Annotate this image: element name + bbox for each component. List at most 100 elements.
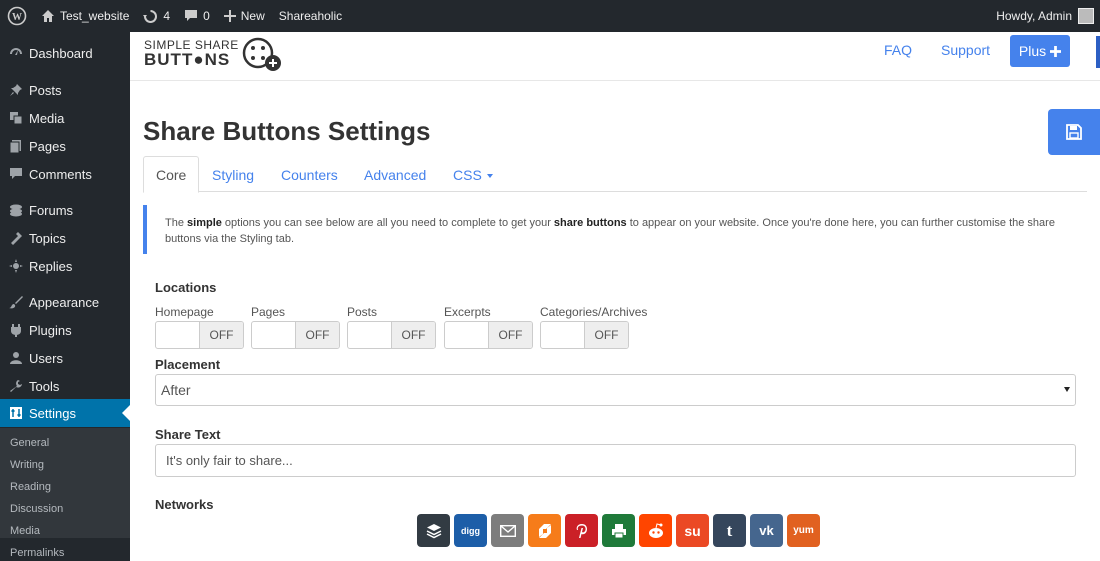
flattr-button[interactable] [528,514,561,547]
reddit-button[interactable] [639,514,672,547]
sidebar-item-media[interactable]: Media [0,104,130,132]
brush-icon [8,294,24,310]
simple-share-buttons-logo[interactable]: SIMPLE SHARE BUTT●NS [144,36,284,78]
dashboard-icon [8,45,24,61]
sidebar-item-forums[interactable]: Forums [0,196,130,224]
plus-button[interactable]: Plus [1010,35,1070,67]
media-icon [8,110,24,126]
sidebar-item-plugins[interactable]: Plugins [0,316,130,344]
admin-sidebar: Dashboard Posts Media Pages Comments For… [0,32,130,561]
email-button[interactable] [491,514,524,547]
logo-button-icon [242,37,281,71]
pinterest-icon [576,523,587,538]
shareaholic-link[interactable]: Shareaholic [272,0,349,32]
homepage-toggle[interactable]: OFF [155,321,244,349]
wordpress-logo-icon[interactable]: W [0,0,34,32]
sidebar-item-comments[interactable]: Comments [0,160,130,188]
pages-toggle[interactable]: OFF [251,321,340,349]
placement-select[interactable]: After [155,374,1076,406]
vk-icon: vk [759,523,774,538]
topics-icon [8,230,24,246]
admin-bar: W Test_website 4 0 New Shareaholic Howdy… [0,0,1100,32]
howdy-text: Howdy, Admin [996,9,1072,23]
submenu-item-general[interactable]: General [10,437,49,449]
site-name-link[interactable]: Test_website [34,0,136,32]
sidebar-item-label: Appearance [29,294,100,310]
sidebar-item-settings[interactable]: Settings [0,399,130,427]
tab-core[interactable]: Core [143,156,200,193]
submenu-item-media[interactable]: Media [10,525,40,537]
stumbleupon-button[interactable]: su [676,514,709,547]
submenu-item-writing[interactable]: Writing [10,459,44,471]
yummly-button[interactable]: yum [787,514,820,547]
sidebar-item-label: Plugins [29,322,72,338]
email-icon [499,524,516,537]
support-link[interactable]: Support [941,42,990,58]
user-icon [8,350,24,366]
location-label-homepage: Homepage [155,305,214,319]
sidebar-item-label: Settings [29,405,76,421]
shareaholic-label: Shareaholic [278,9,343,23]
submenu-item-reading[interactable]: Reading [10,481,51,493]
tumblr-button[interactable]: t [713,514,746,547]
faq-link[interactable]: FAQ [884,42,912,58]
floppy-disk-icon [1066,124,1082,140]
plugin-icon [8,322,24,338]
comment-icon [185,10,198,21]
sidebar-item-label: Comments [29,166,92,182]
sidebar-item-replies[interactable]: Replies [0,252,130,280]
tab-css[interactable]: CSS [441,156,505,193]
sidebar-item-label: Pages [29,138,66,154]
submenu-item-permalinks[interactable]: Permalinks [10,547,64,559]
sidebar-item-tools[interactable]: Tools [0,372,130,400]
tab-counters[interactable]: Counters [269,156,350,193]
sidebar-item-label: Media [29,110,65,126]
page-title: Share Buttons Settings [143,116,431,146]
sidebar-item-topics[interactable]: Topics [0,224,130,252]
sidebar-item-label: Forums [29,202,74,218]
location-label-categories: Categories/Archives [540,305,648,319]
placement-heading: Placement [155,357,221,372]
sidebar-item-users[interactable]: Users [0,344,130,372]
share-text-input[interactable]: It's only fair to share... [155,444,1076,477]
caret-down-icon [486,173,493,178]
sidebar-item-label: Users [29,350,63,366]
settings-tabs: Core Styling Counters Advanced CSS [143,156,1087,193]
sidebar-item-label: Tools [29,378,60,394]
pinterest-button[interactable] [565,514,598,547]
buffer-button[interactable] [417,514,450,547]
home-icon [42,10,54,22]
pages-icon [8,138,24,154]
sidebar-item-dashboard[interactable]: Dashboard [0,39,130,67]
comments-link[interactable]: 0 [177,0,217,32]
submenu-item-discussion[interactable]: Discussion [10,503,63,515]
updates-link[interactable]: 4 [136,0,177,32]
sidebar-item-label: Posts [29,82,62,98]
excerpts-toggle[interactable]: OFF [444,321,533,349]
main-content: SIMPLE SHARE BUTT●NS FAQ Support Plus Sh… [130,32,1100,561]
pin-icon [8,82,24,98]
categories-archives-toggle[interactable]: OFF [540,321,629,349]
posts-toggle[interactable]: OFF [347,321,436,349]
forums-icon [8,202,24,218]
buffer-icon [426,523,441,538]
tab-styling[interactable]: Styling [200,156,266,193]
dropdown-arrow-icon [1064,387,1070,392]
share-text-heading: Share Text [155,427,221,442]
header-edge-bar [1096,36,1100,68]
location-label-posts: Posts [347,305,378,319]
save-button[interactable] [1048,109,1100,155]
tab-advanced[interactable]: Advanced [352,156,438,193]
site-name: Test_website [60,9,130,23]
new-content-link[interactable]: New [217,0,272,32]
location-label-pages: Pages [251,305,286,319]
comments-count: 0 [203,9,210,23]
print-button[interactable] [602,514,635,547]
printer-icon [611,523,626,538]
sidebar-item-appearance[interactable]: Appearance [0,288,130,316]
sidebar-item-posts[interactable]: Posts [0,76,130,104]
account-menu[interactable]: Howdy, Admin [989,0,1100,32]
digg-button[interactable]: digg [454,514,487,547]
sidebar-item-pages[interactable]: Pages [0,132,130,160]
vk-button[interactable]: vk [750,514,783,547]
